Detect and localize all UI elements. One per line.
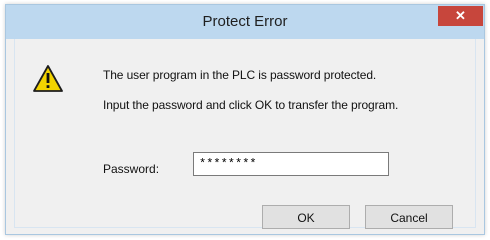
close-icon: ✕ — [455, 8, 466, 23]
message-line-2: Input the password and click OK to trans… — [103, 98, 399, 112]
password-input[interactable] — [193, 152, 389, 176]
warning-icon — [33, 65, 63, 92]
title-bar: Protect Error ✕ — [6, 5, 484, 39]
message-line-1: The user program in the PLC is password … — [103, 68, 377, 82]
password-label: Password: — [103, 162, 160, 176]
ok-button[interactable]: OK — [262, 205, 350, 229]
dialog-content: The user program in the PLC is password … — [14, 39, 476, 229]
cancel-button[interactable]: Cancel — [365, 205, 453, 229]
protect-error-dialog: Protect Error ✕ The user program in the … — [5, 4, 485, 235]
close-button[interactable]: ✕ — [438, 6, 483, 26]
dialog-title: Protect Error — [202, 13, 288, 30]
